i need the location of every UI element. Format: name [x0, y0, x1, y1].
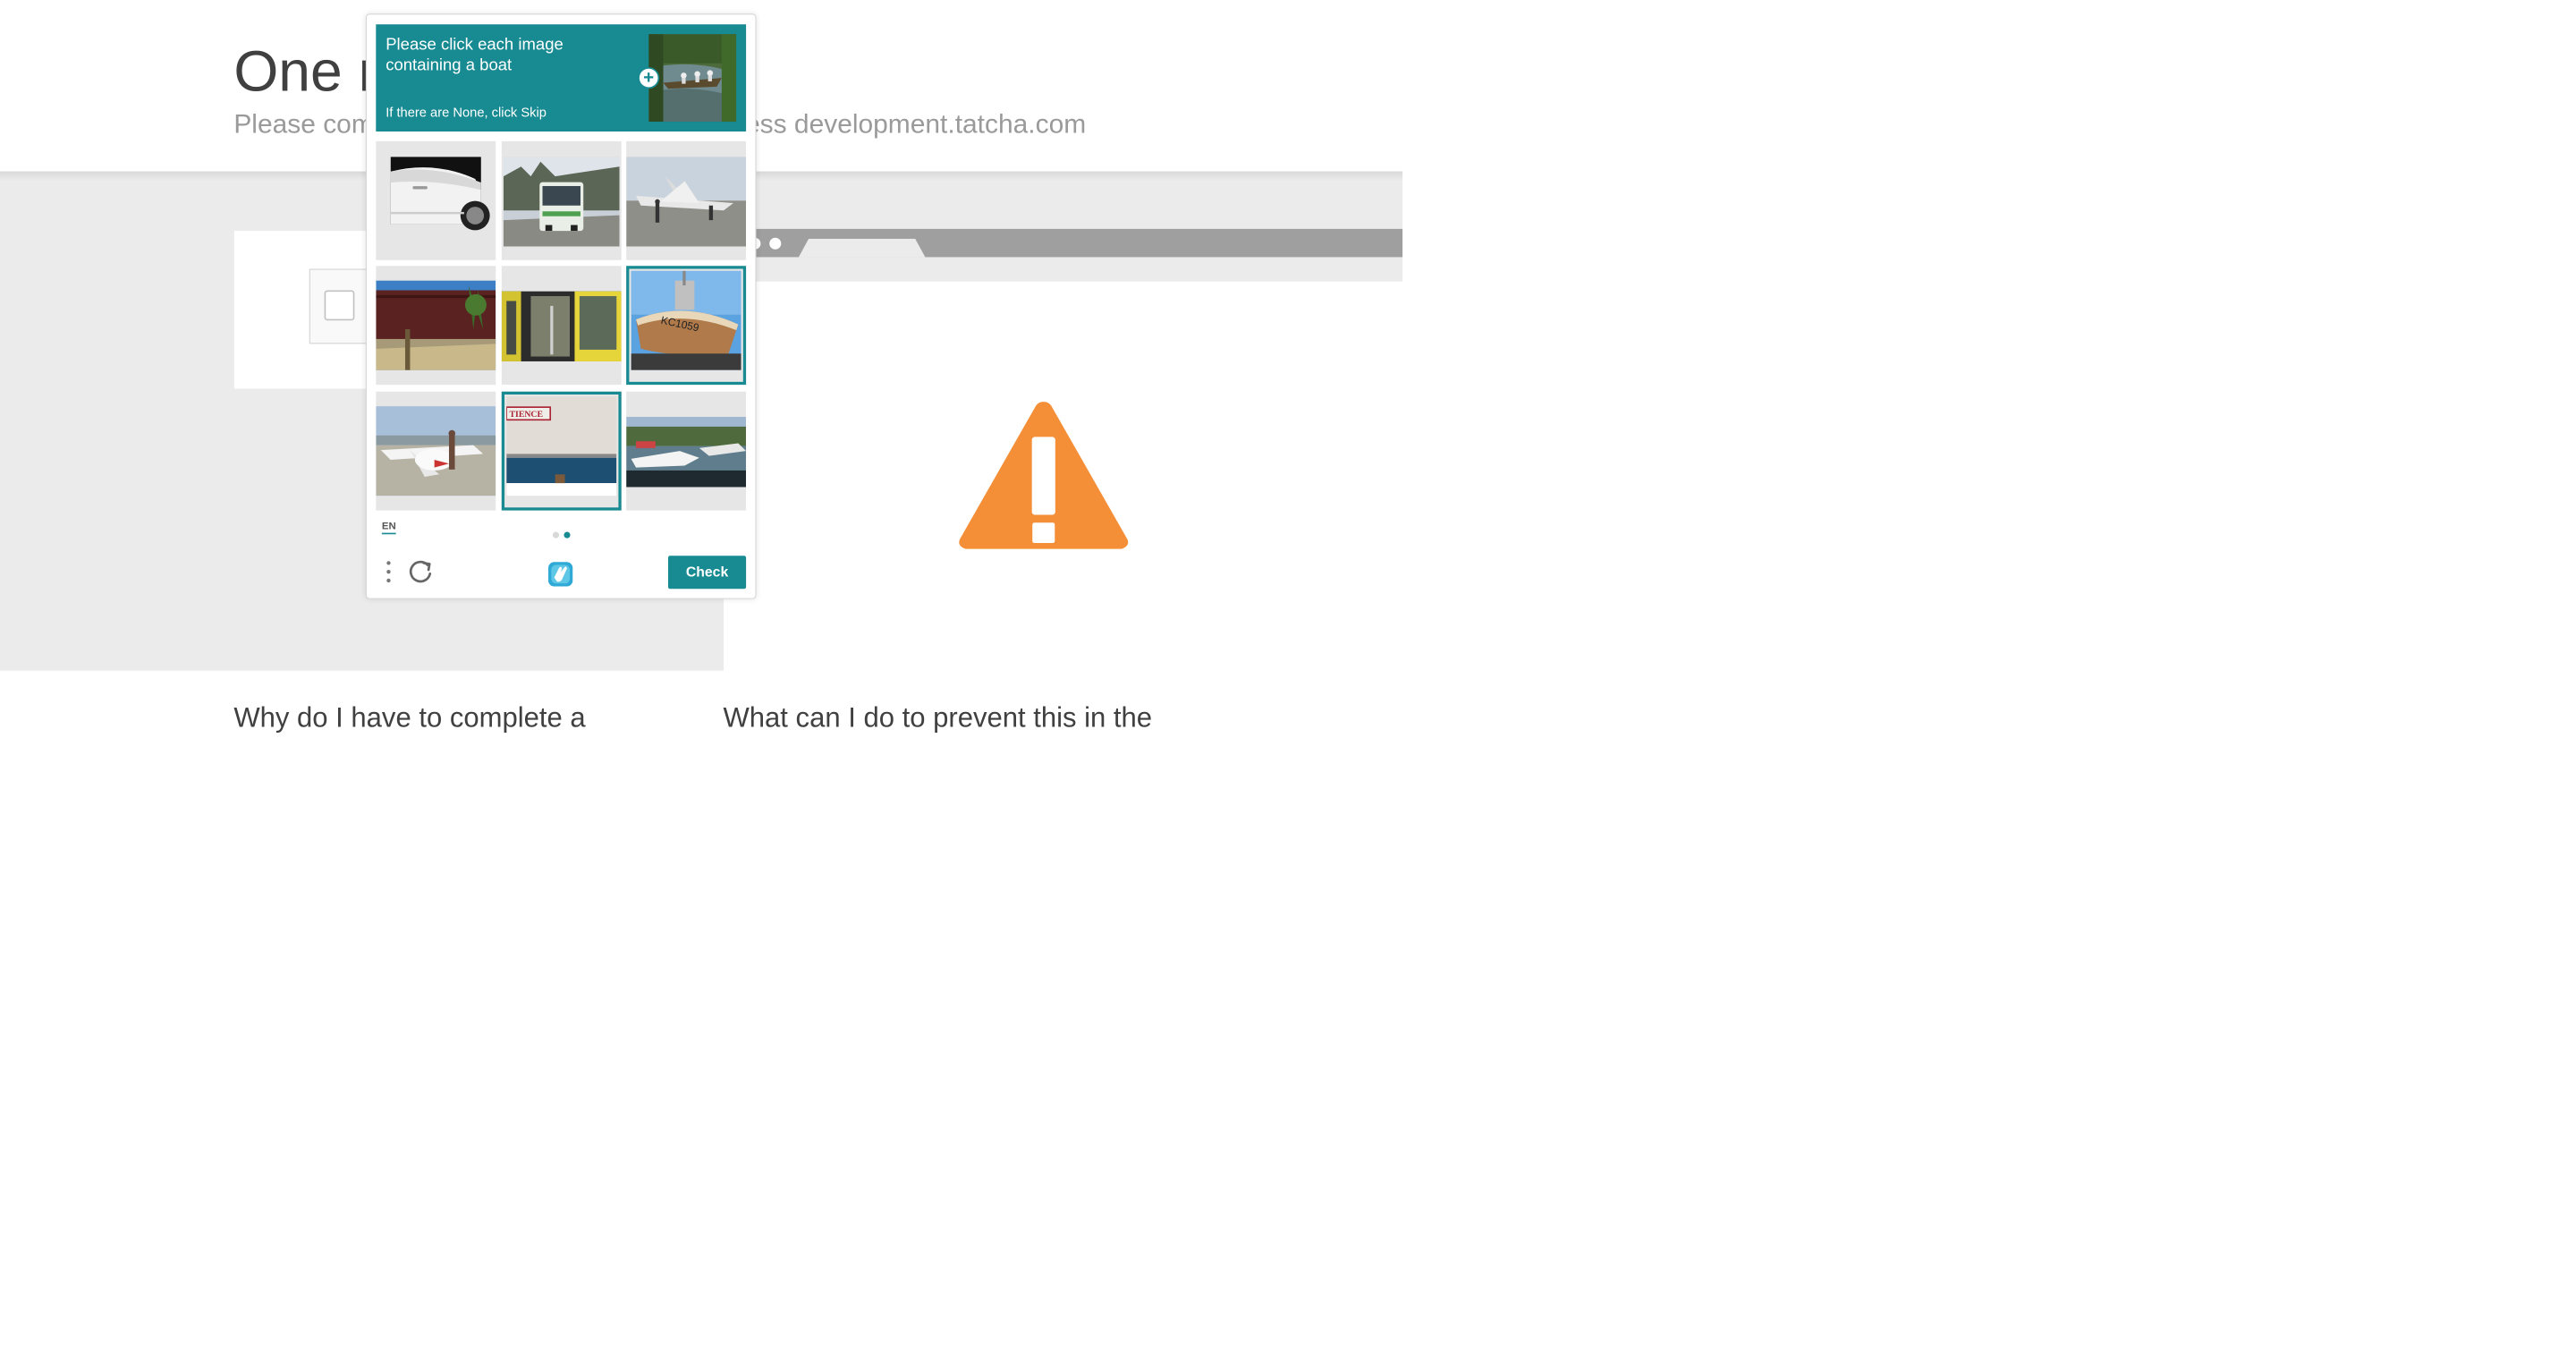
challenge-tile-7[interactable] [376, 391, 496, 511]
challenge-tile-9[interactable] [626, 391, 747, 511]
challenge-prompt: Please click each image containing a boa… [376, 24, 747, 132]
challenge-tile-1[interactable] [376, 140, 496, 260]
prompt-subtext: If there are None, click Skip [386, 105, 547, 120]
language-selector[interactable]: EN [381, 520, 396, 535]
plus-icon[interactable]: + [638, 67, 660, 89]
challenge-tile-4[interactable] [376, 266, 496, 386]
prompt-text: Please click each image containing a boa… [386, 35, 564, 74]
browser-illustration-body [725, 257, 1402, 281]
tile-boat-name: TIENCE [509, 410, 543, 420]
challenge-tile-5[interactable] [501, 266, 622, 386]
challenge-tile-2[interactable] [501, 140, 622, 260]
challenge-tile-6[interactable]: KC1059 [626, 266, 747, 386]
hcaptcha-logo-icon [548, 562, 573, 587]
challenge-tile-8[interactable]: TIENCE [501, 391, 622, 511]
pagination-dot-active [564, 531, 571, 539]
refresh-icon[interactable] [408, 559, 434, 585]
faq-question-prevent: What can I do to prevent this in the [723, 701, 1153, 734]
warning-icon [959, 402, 1129, 549]
page-subtitle-domain: ess development.tatcha.com [744, 108, 1087, 140]
challenge-tile-3[interactable] [626, 140, 747, 260]
prompt-example-image [648, 34, 737, 123]
page-subtitle: Please com [233, 108, 374, 140]
captcha-checkbox[interactable] [324, 290, 355, 321]
menu-dots-icon[interactable] [381, 560, 395, 585]
browser-dot [769, 237, 782, 250]
check-button[interactable]: Check [667, 556, 747, 590]
faq-question-why: Why do I have to complete a [233, 701, 586, 734]
pagination-dot [552, 531, 560, 539]
browser-illustration-tab [798, 238, 926, 258]
